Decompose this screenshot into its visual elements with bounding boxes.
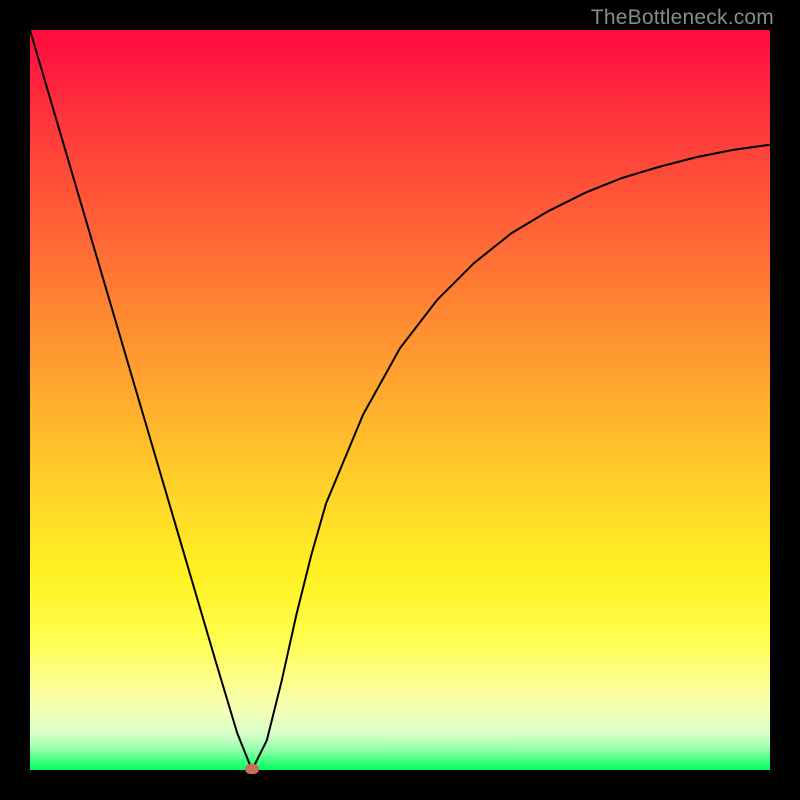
optimum-marker [245, 764, 259, 774]
plot-area [30, 30, 770, 770]
watermark-text: TheBottleneck.com [591, 6, 774, 30]
chart-frame: TheBottleneck.com [0, 0, 800, 800]
